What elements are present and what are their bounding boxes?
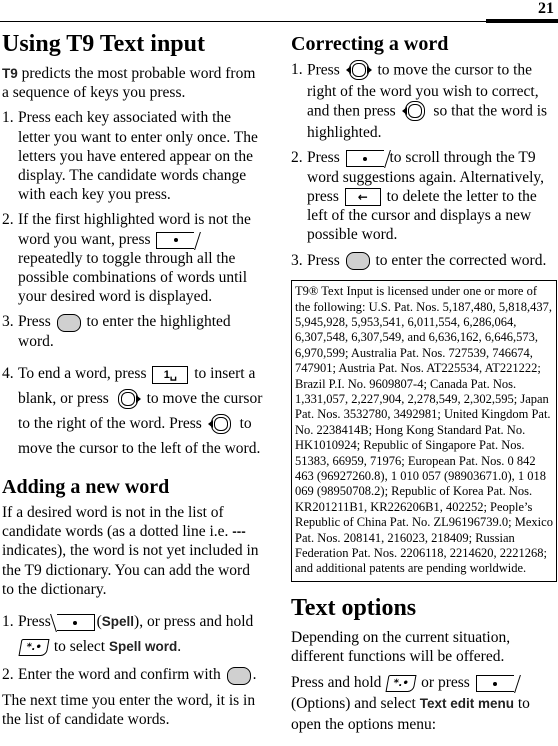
section-title-correcting: Correcting a word (291, 33, 449, 55)
adding-outro: The next time you enter the word, it is … (2, 691, 256, 728)
patent-notice-box: T9® Text Input is licensed under one or … (291, 280, 557, 582)
step-2: 2. If the first highlighted word is not … (2, 211, 251, 306)
right-softkey-icon (156, 231, 195, 249)
correct-step-1: 1. Press to move the cursor to the right… (291, 60, 548, 142)
text-edit-menu-label: Text edit menu (419, 696, 514, 712)
intro-paragraph: T9 predicts the most probable word from … (2, 65, 256, 102)
ok-key-icon (226, 666, 251, 685)
key-1-space-icon: 1␣ (152, 365, 189, 384)
right-softkey-icon (475, 675, 514, 693)
right-column: Correcting a word 1. Press to move the c… (291, 26, 557, 741)
nav-key-left-icon (207, 413, 234, 436)
section-title-text-options: Text options (291, 594, 417, 621)
section-title-adding: Adding a new word (2, 476, 170, 499)
nav-key-left-icon (401, 101, 428, 123)
header-tab-marker (486, 19, 558, 23)
adding-paragraph: If a desired word is not in the list of … (2, 504, 259, 598)
step-1: 1. Press each key associated with the le… (2, 109, 258, 204)
correct-step-3: 3. Press to enter the corrected word. (291, 251, 547, 271)
adding-step-2: 2. Enter the word and confirm with . (2, 666, 257, 685)
step-4: 4. To end a word, press 1␣ to insert a b… (2, 365, 263, 458)
left-column: Using T9 Text input T9 predicts the most… (2, 26, 264, 735)
spell-label: Spell (101, 614, 135, 630)
nav-key-both-icon (345, 60, 372, 82)
star-key-icon: *.• (18, 639, 50, 657)
ok-key-icon (345, 252, 370, 271)
adding-step-1: 1. Press (Spell), or press and hold *.• … (2, 613, 254, 657)
spell-word-label: Spell word (108, 639, 178, 655)
left-softkey-icon (56, 614, 95, 632)
back-key-icon: ← (344, 188, 381, 207)
star-key-icon: *.• (385, 675, 417, 693)
right-softkey-icon (345, 150, 384, 168)
dotted-line-indicator: --- (232, 524, 246, 540)
nav-key-right-icon (115, 388, 141, 411)
header-rule (0, 21, 558, 22)
page-number: 21 (538, 0, 554, 17)
text-options-para1: Depending on the current situation, diff… (291, 628, 511, 666)
correct-step-2: 2. Press to scroll through the T9 word s… (291, 149, 545, 244)
t9-term: T9 (2, 66, 18, 81)
ok-key-icon (56, 313, 81, 332)
text-options-para2: Press and hold *.• or press (Options) an… (291, 674, 530, 734)
section-title-using-t9: Using T9 Text input (2, 31, 205, 57)
step-3: 3. Press to enter the highlighted word. (2, 313, 231, 350)
